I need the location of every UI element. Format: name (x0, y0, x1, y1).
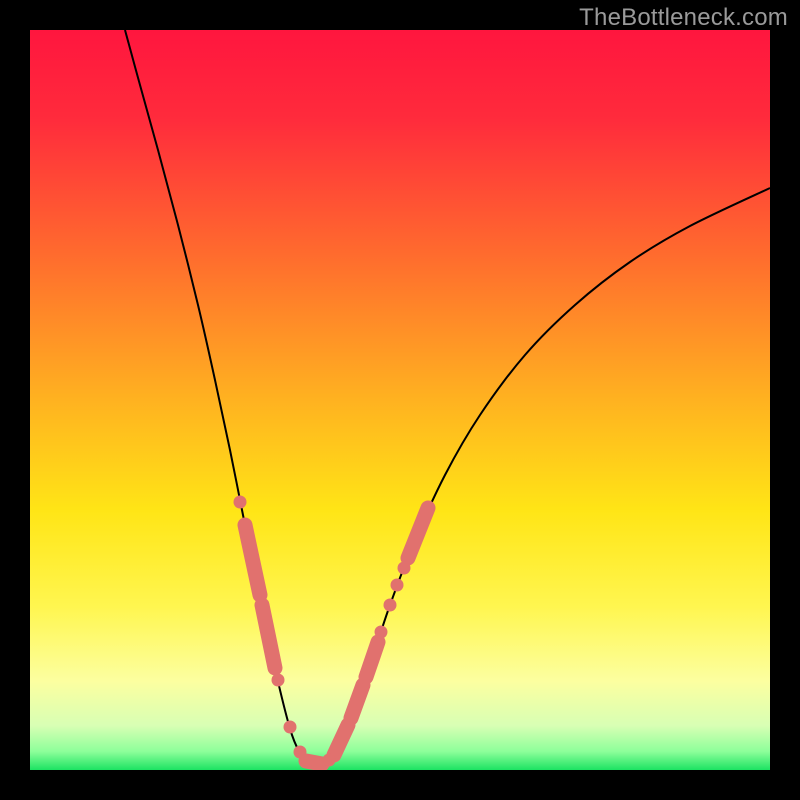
marker-dot (323, 754, 336, 767)
marker-dot (384, 599, 397, 612)
curve-markers (234, 496, 429, 767)
marker-dot (391, 579, 404, 592)
plot-area (30, 30, 770, 770)
marker-capsule (334, 725, 348, 755)
marker-dot (284, 721, 297, 734)
marker-capsule (245, 525, 260, 595)
marker-capsule (408, 508, 428, 558)
curve-layer (30, 30, 770, 770)
marker-capsule (262, 605, 275, 668)
chart-frame: TheBottleneck.com (0, 0, 800, 800)
marker-capsule (351, 685, 363, 718)
marker-dot (234, 496, 247, 509)
marker-dot (375, 626, 388, 639)
marker-dot (272, 674, 285, 687)
marker-capsule (366, 642, 378, 677)
marker-capsule (306, 761, 322, 764)
marker-dot (398, 562, 411, 575)
marker-dot (294, 746, 307, 759)
watermark-text: TheBottleneck.com (579, 4, 788, 32)
bottleneck-curve (125, 30, 770, 765)
